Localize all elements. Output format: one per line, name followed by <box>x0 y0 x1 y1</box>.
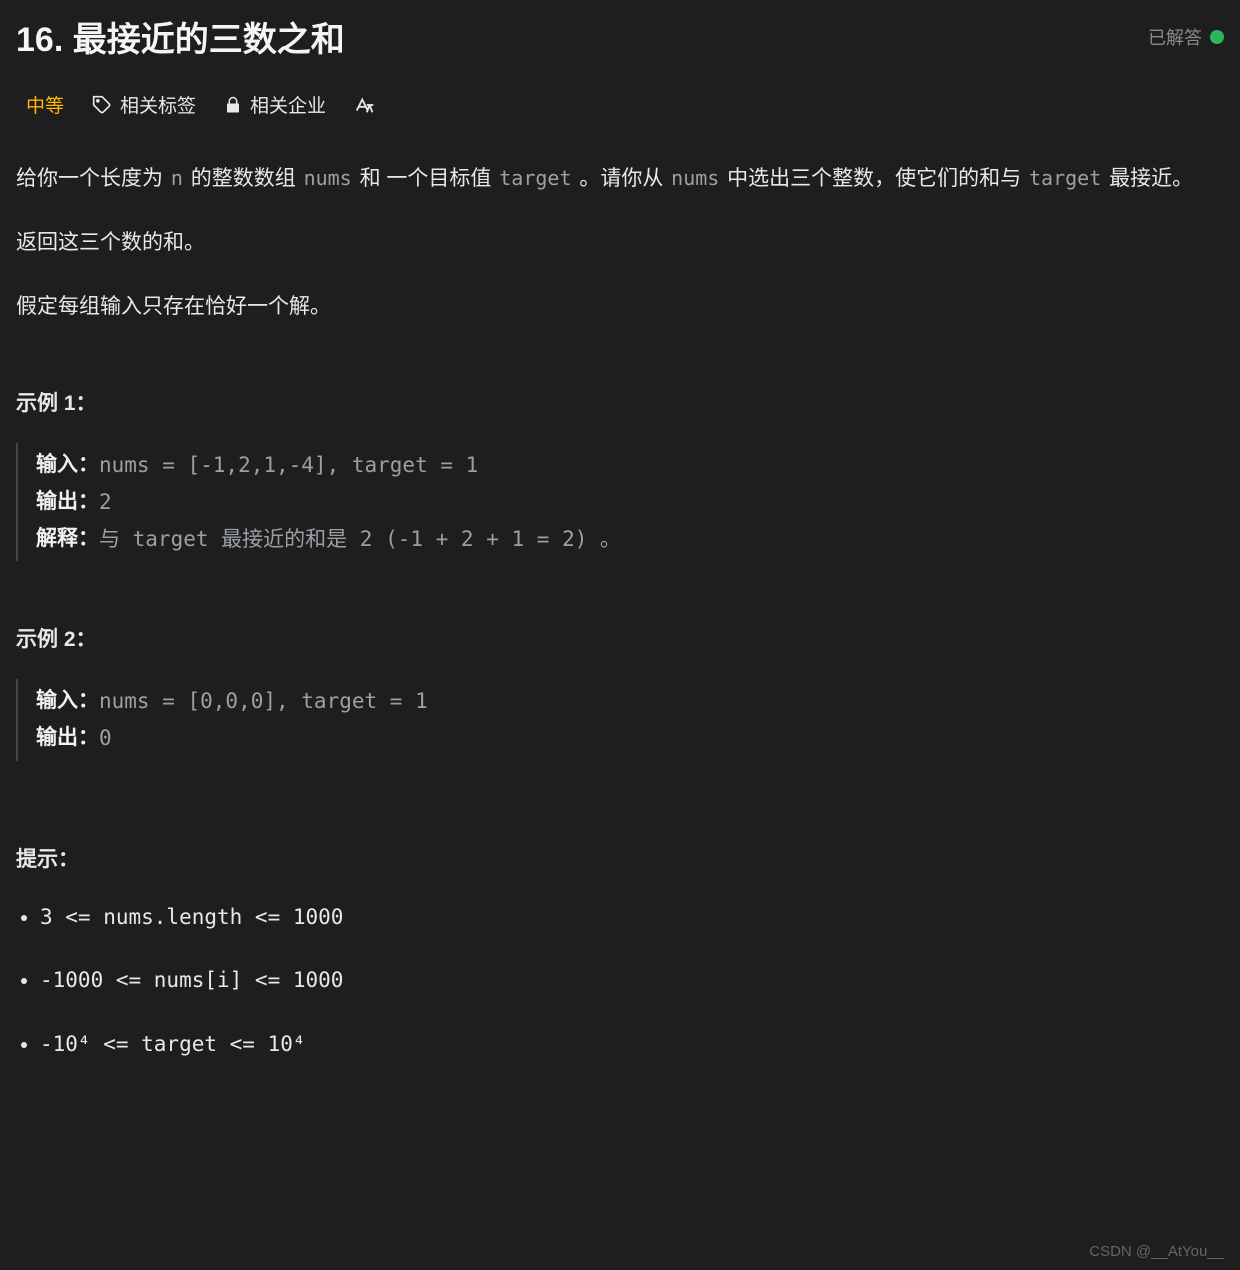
solved-status: 已解答 <box>1148 24 1224 50</box>
tab-companies[interactable]: 相关企业 <box>224 91 326 118</box>
difficulty-badge[interactable]: 中等 <box>26 91 64 118</box>
input-label: 输入： <box>36 447 99 484</box>
constraint-item: -1000 <= nums[i] <= 1000 <box>40 962 1224 1000</box>
solved-label: 已解答 <box>1148 24 1202 50</box>
lock-icon <box>224 96 242 114</box>
problem-title: 16. 最接近的三数之和 <box>16 12 345 61</box>
output-value: 0 <box>99 720 112 757</box>
constraint-item: 3 <= nums.length <= 1000 <box>40 899 1224 937</box>
output-label: 输出： <box>36 484 99 521</box>
output-label: 输出： <box>36 720 99 757</box>
constraint-item: -10⁴ <= target <= 10⁴ <box>40 1026 1224 1064</box>
tab-companies-label: 相关企业 <box>250 91 326 118</box>
explain-label: 解释： <box>36 521 99 558</box>
text: 。请你从 <box>574 167 670 190</box>
code-target: target <box>497 166 573 190</box>
problem-description: 给你一个长度为 n 的整数数组 nums 和 一个目标值 target 。请你从… <box>16 160 1224 1064</box>
tag-icon <box>92 95 112 115</box>
code-nums: nums <box>302 166 354 190</box>
example-1-label: 示例 1： <box>16 385 1224 423</box>
watermark: CSDN @__AtYou__ <box>1089 1243 1224 1260</box>
tab-tags-label: 相关标签 <box>120 91 196 118</box>
code-nums: nums <box>669 166 721 190</box>
status-dot-icon <box>1210 30 1224 44</box>
text: 给你一个长度为 <box>16 167 169 190</box>
header: 16. 最接近的三数之和 已解答 <box>16 12 1224 61</box>
text: 的整数数组 <box>185 167 302 190</box>
text: 和 一个目标值 <box>354 167 498 190</box>
code-target: target <box>1027 166 1103 190</box>
translate-icon <box>354 94 376 116</box>
constraints-list: 3 <= nums.length <= 1000 -1000 <= nums[i… <box>16 899 1224 1064</box>
example-block: 输入：nums = [-1,2,1,-4], target = 1 输出：2 解… <box>16 443 1224 561</box>
output-value: 2 <box>99 484 112 521</box>
text: 最接近。 <box>1103 167 1193 190</box>
tab-translate[interactable] <box>354 94 376 116</box>
input-value: nums = [0,0,0], target = 1 <box>99 683 428 720</box>
example-block: 输入：nums = [0,0,0], target = 1 输出：0 <box>16 679 1224 761</box>
text: 中选出三个整数，使它们的和与 <box>721 167 1027 190</box>
hints-label: 提示： <box>16 841 1224 879</box>
tab-bar: 中等 相关标签 相关企业 <box>16 91 1224 118</box>
input-label: 输入： <box>36 683 99 720</box>
tab-tags[interactable]: 相关标签 <box>92 91 196 118</box>
description-paragraph: 假定每组输入只存在恰好一个解。 <box>16 288 1224 326</box>
input-value: nums = [-1,2,1,-4], target = 1 <box>99 447 478 484</box>
description-paragraph: 返回这三个数的和。 <box>16 224 1224 262</box>
example-2-label: 示例 2： <box>16 621 1224 659</box>
explain-value: 与 target 最接近的和是 2 (-1 + 2 + 1 = 2) 。 <box>99 521 621 558</box>
code-n: n <box>169 166 185 190</box>
description-paragraph: 给你一个长度为 n 的整数数组 nums 和 一个目标值 target 。请你从… <box>16 160 1224 198</box>
